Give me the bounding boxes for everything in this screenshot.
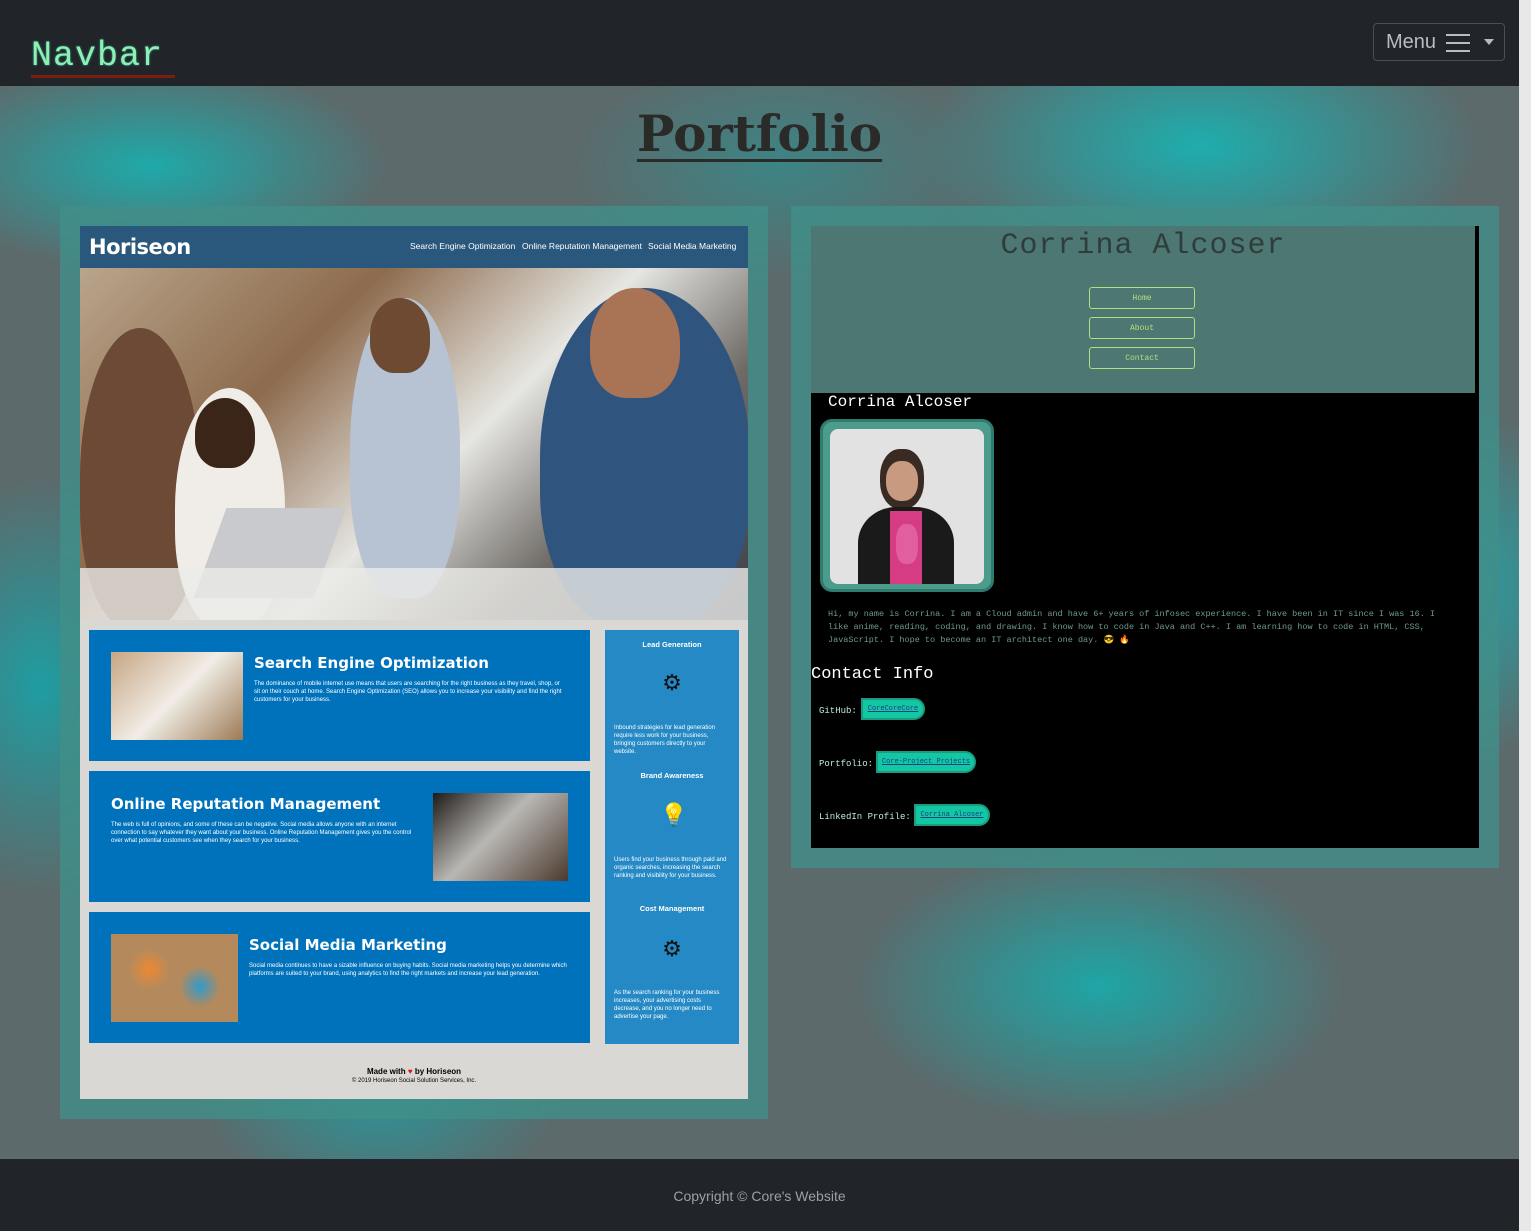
- navbar-brand[interactable]: Navbar: [31, 36, 163, 76]
- cost-management-icon: ⚙: [662, 936, 682, 961]
- page-footer: Copyright © Core's Website: [0, 1159, 1519, 1231]
- service-smm-title: Social Media Marketing: [249, 936, 447, 954]
- service-seo: Search Engine Optimization The dominance…: [89, 630, 590, 761]
- corrina-bio: Hi, my name is Corrina. I am a Cloud adm…: [828, 609, 1435, 645]
- portfolio-section: Portfolio Horiseon Search Engine Optimiz…: [0, 86, 1519, 1159]
- linkedin-label: LinkedIn Profile:: [819, 812, 911, 822]
- horiseon-screenshot[interactable]: Horiseon Search Engine Optimization Onli…: [80, 226, 748, 1099]
- horiseon-nav-seo: Search Engine Optimization: [410, 241, 516, 251]
- project-card-corrina[interactable]: Corrina Alcoser Home About Contact Corri…: [791, 206, 1499, 868]
- corrina-home-button[interactable]: Home: [1089, 287, 1195, 309]
- service-seo-title: Search Engine Optimization: [254, 654, 489, 672]
- benefit-lead-text: Inbound strategies for lead generation r…: [614, 725, 716, 755]
- menu-dropdown-button[interactable]: Menu: [1373, 23, 1505, 61]
- corrina-screenshot[interactable]: Corrina Alcoser Home About Contact Corri…: [811, 226, 1479, 848]
- profile-photo-frame: [820, 419, 994, 592]
- linkedin-link-button[interactable]: Corrina Alcoser: [914, 804, 990, 826]
- github-label: GitHub:: [819, 706, 857, 716]
- horiseon-header: Horiseon Search Engine Optimization Onli…: [80, 226, 748, 268]
- benefit-cost-text: As the search ranking for your business …: [614, 990, 720, 1020]
- heart-icon: ♥: [407, 1067, 413, 1076]
- horiseon-footer-made: Made with ♥ by Horiseon: [366, 1067, 462, 1076]
- benefits-sidebar: Lead Generation ⚙ Inbound strategies for…: [605, 630, 739, 1044]
- hamburger-icon: [1446, 34, 1470, 52]
- horiseon-hero-image: [80, 268, 748, 620]
- service-orm-text: The web is full of opinions, and some of…: [111, 822, 412, 844]
- horiseon-logo: Horiseon: [89, 235, 191, 259]
- seo-thumbnail: [111, 652, 243, 740]
- benefit-lead-title: Lead Generation: [642, 640, 702, 649]
- top-navbar: Navbar Menu: [0, 0, 1519, 86]
- brand-awareness-icon: 💡: [660, 802, 688, 827]
- corrina-name-heading: Corrina Alcoser: [1000, 229, 1286, 263]
- profile-photo: [830, 429, 984, 584]
- horiseon-nav-orm: Online Reputation Management: [522, 241, 643, 251]
- chevron-down-icon: [1484, 39, 1494, 45]
- corrina-contact-button[interactable]: Contact: [1089, 347, 1195, 369]
- service-orm-title: Online Reputation Management: [111, 795, 381, 813]
- corrina-about-button[interactable]: About: [1089, 317, 1195, 339]
- brand-underline: [31, 75, 175, 78]
- benefit-brand-text: Users find your business through paid an…: [614, 857, 727, 879]
- contact-info-heading: Contact Info: [811, 665, 934, 684]
- project-card-horiseon[interactable]: Horiseon Search Engine Optimization Onli…: [60, 206, 768, 1119]
- portfolio-label: Portfolio:: [819, 759, 874, 769]
- smm-thumbnail: [111, 934, 238, 1022]
- service-orm: Online Reputation Management The web is …: [89, 771, 590, 902]
- orm-thumbnail: [433, 793, 568, 881]
- horiseon-footer-copyright: © 2019 Horiseon Social Solution Services…: [351, 1078, 477, 1084]
- menu-label: Menu: [1386, 31, 1437, 53]
- lead-generation-icon: ⚙: [662, 670, 682, 695]
- service-smm-text: Social media continues to have a sizable…: [249, 963, 567, 977]
- benefit-brand-title: Brand Awareness: [640, 771, 704, 780]
- page-scrollbar[interactable]: [1519, 0, 1531, 1231]
- corrina-subheading: Corrina Alcoser: [828, 393, 973, 411]
- portfolio-link-button[interactable]: Core-Project Projects: [876, 751, 976, 773]
- horiseon-nav-smm: Social Media Marketing: [648, 241, 737, 251]
- page-title: Portfolio: [636, 104, 883, 163]
- service-seo-text: The dominance of mobile internet use mea…: [254, 681, 562, 703]
- github-link-button[interactable]: CoreCoreCore: [861, 698, 925, 720]
- footer-copyright: Copyright © Core's Website: [673, 1188, 846, 1204]
- benefit-cost-title: Cost Management: [639, 904, 705, 913]
- service-smm: Social Media Marketing Social media cont…: [89, 912, 590, 1043]
- corrina-header: Corrina Alcoser Home About Contact: [811, 226, 1475, 393]
